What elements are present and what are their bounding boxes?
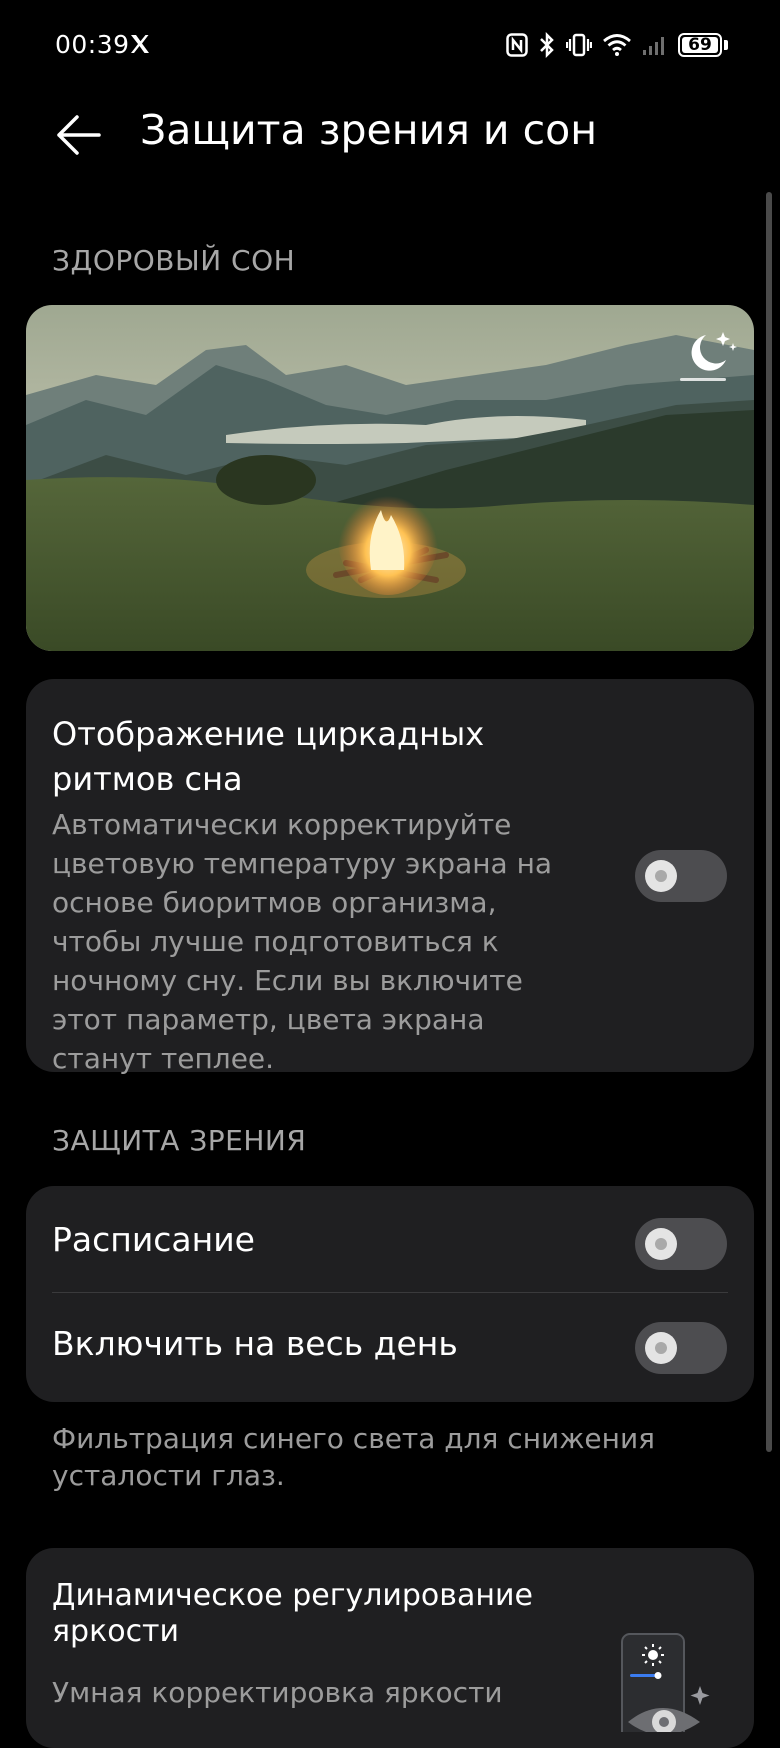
schedule-label: Расписание — [52, 1220, 255, 1259]
signal-icon — [643, 37, 664, 55]
scrollbar[interactable] — [766, 192, 772, 1452]
circadian-description: Автоматически корректируйте цветовую тем… — [52, 808, 553, 1075]
bluetooth-icon — [540, 32, 554, 58]
status-time: 00:39 — [55, 30, 130, 59]
schedule-toggle[interactable] — [635, 1218, 727, 1270]
circadian-card[interactable]: Отображение циркадных ритмов сна Автомат… — [26, 679, 754, 1075]
battery-icon: 69 — [678, 33, 722, 57]
brightness-eye-icon — [621, 1633, 710, 1732]
status-bar: 00:39 69 — [0, 0, 780, 92]
page-title: Защита зрения и сон — [140, 106, 598, 154]
eye-protection-card: Расписание Включить на весь день — [26, 1186, 754, 1402]
vibrate-icon — [566, 33, 592, 57]
circadian-title: Отображение циркадных ритмов сна — [52, 715, 485, 798]
dynamic-brightness-title: Динамическое регулирование яркости — [52, 1578, 533, 1649]
all-day-label: Включить на весь день — [52, 1324, 458, 1363]
battery-nub — [724, 40, 728, 50]
section-label-sleep: ЗДОРОВЫЙ СОН — [52, 244, 296, 277]
toggle-knob — [645, 1332, 677, 1364]
divider — [52, 1292, 728, 1293]
arrow-left-icon[interactable] — [55, 112, 101, 158]
toggle-knob — [645, 860, 677, 892]
battery-level: 69 — [688, 35, 712, 55]
sleep-hero-image — [26, 305, 754, 651]
nfc-icon — [506, 33, 528, 57]
dynamic-brightness-card[interactable]: Динамическое регулирование яркости Умная… — [26, 1548, 754, 1748]
section-label-eye: ЗАЩИТА ЗРЕНИЯ — [52, 1124, 307, 1157]
dynamic-brightness-description: Умная корректировка яркости — [52, 1676, 503, 1709]
eye-protection-footnote: Фильтрация синего света для снижения уст… — [52, 1422, 655, 1492]
x-logo-icon — [131, 35, 149, 53]
circadian-toggle[interactable] — [635, 850, 727, 902]
all-day-toggle[interactable] — [635, 1322, 727, 1374]
status-icons: 69 — [506, 30, 728, 60]
toggle-knob — [645, 1228, 677, 1260]
wifi-icon — [603, 34, 631, 56]
